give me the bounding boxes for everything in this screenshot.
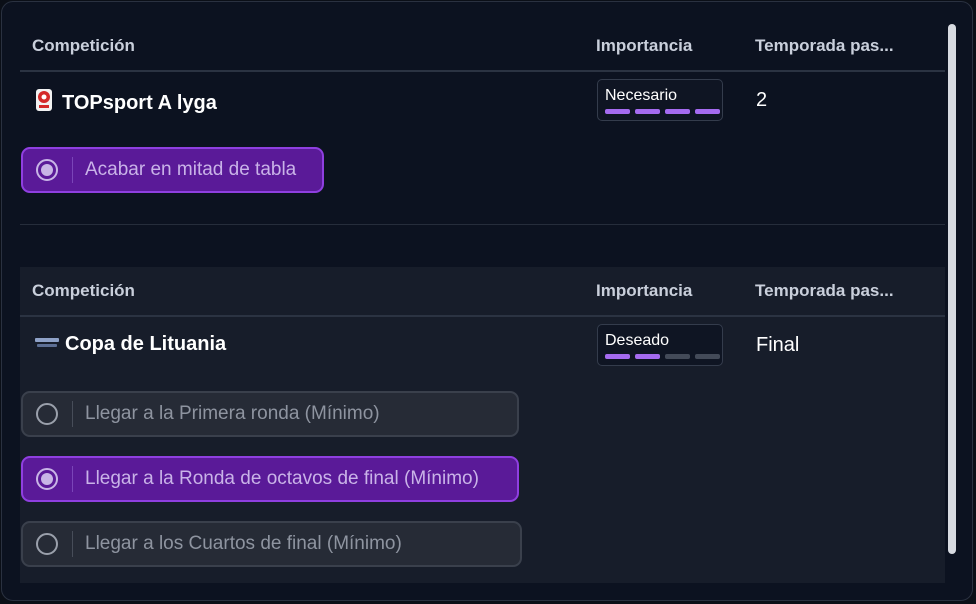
header-previous-season: Temporada pas... [755,36,894,55]
objective-option[interactable]: Acabar en mitad de tabla [21,147,324,193]
importance-label: Deseado [605,332,670,349]
importance-bar [665,109,690,114]
objective-label: Llegar a los Cuartos de final (Mínimo) [85,533,402,554]
league-badge-icon [35,88,53,118]
option-separator [72,466,73,492]
competition-name: TOPsport A lyga [35,88,217,118]
header-divider [20,70,945,72]
header-previous-season: Temporada pas... [755,281,894,300]
importance-indicator: Deseado [597,324,723,366]
importance-bars [605,354,720,359]
option-separator [72,157,73,183]
competition-name: Copa de Lituania [35,333,226,356]
importance-bar [635,109,660,114]
importance-bar [695,109,720,114]
importance-label: Necesario [605,87,678,104]
header-competition: Competición [32,36,135,55]
radio-unselected-icon[interactable] [36,533,58,555]
header-competition: Competición [32,281,135,300]
objective-label: Llegar a la Primera ronda (Mínimo) [85,403,380,424]
vertical-scrollbar[interactable] [948,24,956,554]
cup-logo-icon [35,333,59,356]
importance-bars [605,109,720,114]
radio-unselected-icon[interactable] [36,403,58,425]
radio-selected-icon[interactable] [36,159,58,181]
header-importance: Importancia [596,36,693,55]
objective-option[interactable]: Llegar a la Ronda de octavos de final (M… [21,456,519,502]
importance-bar [695,354,720,359]
objective-label: Llegar a la Ronda de octavos de final (M… [85,468,479,489]
competition-name-text: Copa de Lituania [65,333,227,355]
header-importance: Importancia [596,281,693,300]
competition-name-text: TOPsport A lyga [62,91,217,114]
previous-season-value: Final [756,334,800,356]
option-separator [72,401,73,427]
importance-bar [605,109,630,114]
competition-section-cup: Competición Importancia Temporada pas...… [20,267,945,583]
importance-bar [635,354,660,359]
header-divider [20,315,945,317]
importance-bar [665,354,690,359]
radio-selected-icon[interactable] [36,468,58,490]
competition-objectives-panel: Competición Importancia Temporada pas...… [1,1,973,601]
option-separator [72,531,73,557]
importance-bar [605,354,630,359]
competition-section-league: Competición Importancia Temporada pas...… [20,2,945,224]
objective-option[interactable]: Llegar a los Cuartos de final (Mínimo) [21,521,522,567]
objective-option[interactable]: Llegar a la Primera ronda (Mínimo) [21,391,519,437]
section-divider [20,224,945,225]
previous-season-value: 2 [756,89,768,111]
objective-label: Acabar en mitad de tabla [85,159,297,180]
importance-indicator: Necesario [597,79,723,121]
